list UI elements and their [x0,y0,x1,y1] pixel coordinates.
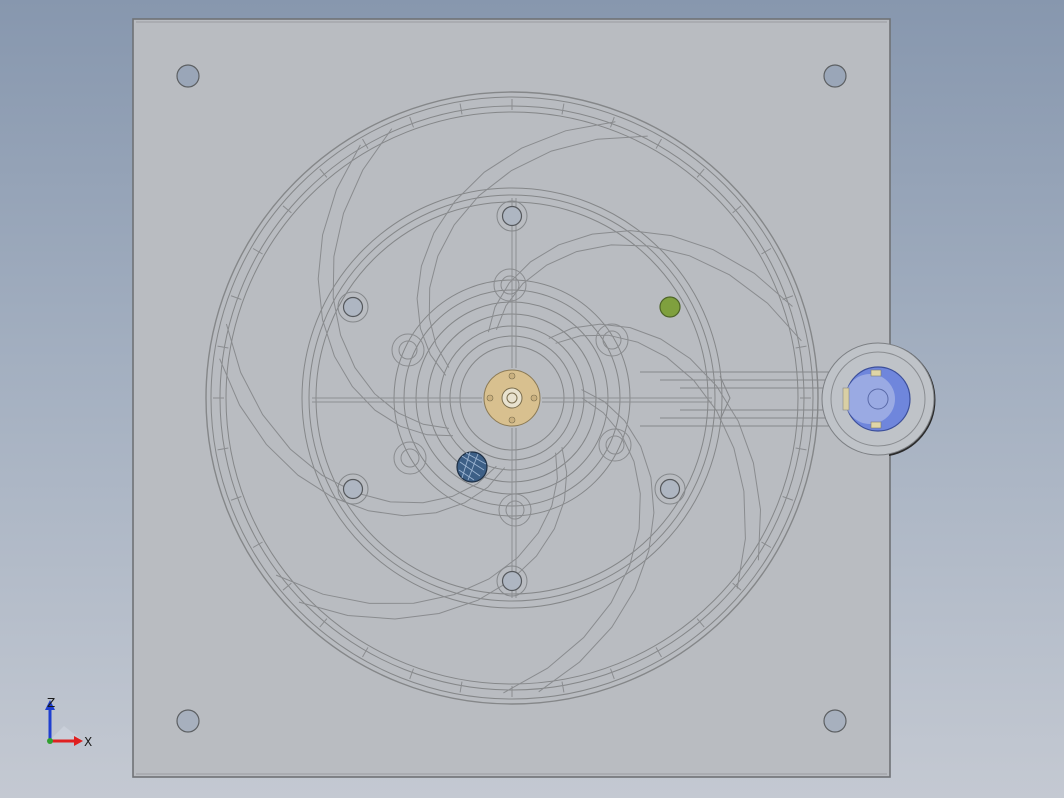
axis-x-label: X [84,735,92,749]
cad-model-view[interactable] [0,0,1064,798]
corner-hole[interactable] [823,64,847,88]
blue-hatched-pin[interactable] [456,451,488,483]
corner-hole[interactable] [176,64,200,88]
bolt-hole[interactable] [659,478,681,500]
bolt-hole[interactable] [342,478,364,500]
view-orientation-triad[interactable]: Z X [38,696,98,756]
motor-assembly[interactable] [821,342,936,456]
bolt-hole[interactable] [501,570,523,592]
axis-z-label: Z [47,696,55,710]
green-pin[interactable] [659,296,681,318]
bolt-hole[interactable] [342,296,364,318]
corner-hole[interactable] [176,709,200,733]
central-hub[interactable] [483,369,541,427]
graphics-viewport[interactable]: Z X [0,0,1064,798]
corner-hole[interactable] [823,709,847,733]
bolt-hole[interactable] [501,205,523,227]
